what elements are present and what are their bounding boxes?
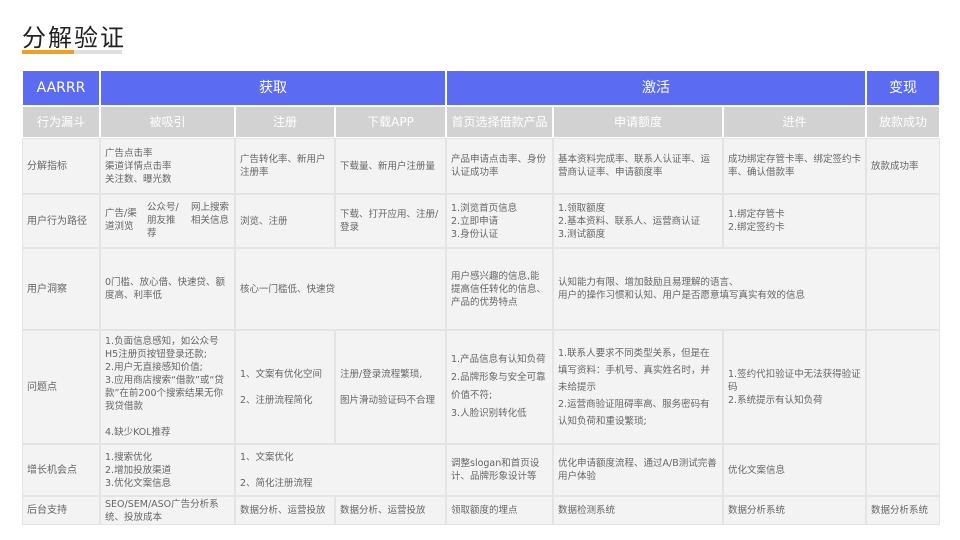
cell-insight-apply-card: 认知能力有限、增加鼓励且易理解的语言、 用户的操作习惯和认知、用户是否愿意填写真… [553, 248, 866, 330]
title-underline-accent [22, 50, 74, 54]
cell-metrics-download: 下载量、新用户注册量 [335, 138, 446, 194]
cell-insight-attract: 0门槛、放心借、快速贷、额度高、利率低 [100, 248, 235, 330]
cell-growth-card: 优化文案信息 [723, 444, 866, 496]
subheader-apply: 申请额度 [553, 106, 723, 138]
subheader-card: 进件 [723, 106, 866, 138]
subheader-register: 注册 [235, 106, 335, 138]
cell-support-download: 数据分析、运营投放 [335, 496, 446, 525]
subheader-home: 首页选择借款产品 [446, 106, 553, 138]
path-attract-ads: 广告/渠道浏览 [105, 208, 137, 232]
row-label-growth: 增长机会点 [22, 444, 100, 496]
row-label-insight: 用户洞察 [22, 248, 100, 330]
cell-growth-attract: 1.搜索优化 2.增加投放渠道 3.优化文案信息 [100, 444, 235, 496]
header-aarrr: AARRR [22, 70, 100, 106]
cell-support-register: 数据分析、运营投放 [235, 496, 335, 525]
path-attract-search: 网上搜索相关信息 [191, 202, 230, 226]
cell-metrics-attract: 广告点击率 渠道详情点击率 关注数、曝光数 [100, 138, 235, 194]
subheader-loan: 放款成功 [866, 106, 940, 138]
cell-insight-home: 用户感兴趣的信息,能提高信任转化的信息、产品的优势特点 [446, 248, 553, 330]
header-acquisition: 获取 [100, 70, 446, 106]
cell-path-apply: 1.领取额度 2.基本资料、联系人、运营商认证 3.测试额度 [553, 194, 723, 248]
cell-problems-attract: 1.负面信息感知，如公众号H5注册页按钮登录还款; 2.用户无直接感知价值; 3… [100, 330, 235, 444]
cell-metrics-register: 广告转化率、新用户注册率 [235, 138, 335, 194]
cell-path-register: 浏览、注册 [235, 194, 335, 248]
cell-support-apply: 数据检测系统 [553, 496, 723, 525]
cell-insight-register-download: 核心一门槛低、快速贷 [235, 248, 446, 330]
row-label-metrics: 分解指标 [22, 138, 100, 194]
cell-problems-loan [866, 330, 940, 444]
page-title: 分解验证 [22, 24, 126, 52]
header-revenue: 变现 [866, 70, 940, 106]
cell-growth-loan [866, 444, 940, 496]
cell-metrics-loan: 放款成功率 [866, 138, 940, 194]
subheader-download: 下载APP [335, 106, 446, 138]
cell-support-attract: SEO/SEM/ASO广告分析系统、投放成本 [100, 496, 235, 525]
cell-growth-home: 调整slogan和首页设计、品牌形象设计等 [446, 444, 553, 496]
cell-path-download: 下载、打开应用、注册/登录 [335, 194, 446, 248]
cell-support-home: 领取额度的埋点 [446, 496, 553, 525]
cell-metrics-apply: 基本资料完成率、联系人认证率、运营商认证率、申请额度率 [553, 138, 723, 194]
cell-support-loan: 数据分析系统 [866, 496, 940, 525]
cell-path-card: 1.绑定存管卡 2.绑定签约卡 [723, 194, 866, 248]
cell-path-attract: 广告/渠道浏览 公众号/朋友推荐 网上搜索相关信息 [100, 194, 235, 248]
subheader-attract: 被吸引 [100, 106, 235, 138]
cell-problems-home: 1.产品信息有认知负荷 2.品牌形象与安全可靠价值不符; 3.人脸识别转化低 [446, 330, 553, 444]
row-label-problems: 问题点 [22, 330, 100, 444]
row-label-path: 用户行为路径 [22, 194, 100, 248]
row-label-support: 后台支持 [22, 496, 100, 525]
cell-metrics-home: 产品申请点击率、身份认证成功率 [446, 138, 553, 194]
cell-growth-apply: 优化申请额度流程、通过A/B测试完善用户体验 [553, 444, 723, 496]
cell-problems-apply: 1.联系人要求不同类型关系，但是在填写资料：手机号、真实姓名时，并未给提示 2.… [553, 330, 723, 444]
cell-metrics-card: 成功绑定存管卡率、绑定签约卡率、确认借款率 [723, 138, 866, 194]
cell-support-card: 数据分析系统 [723, 496, 866, 525]
header-activation: 激活 [446, 70, 866, 106]
cell-path-loan [866, 194, 940, 248]
title-underline [22, 50, 122, 54]
cell-growth-register-download: 1、文案优化 2、简化注册流程 [235, 444, 446, 496]
cell-insight-loan [866, 248, 940, 330]
path-attract-wechat: 公众号/朋友推荐 [147, 202, 179, 239]
cell-problems-card: 1.签约代扣验证中无法获得验证码 2.系统提示有认知负荷 [723, 330, 866, 444]
subheader-funnel: 行为漏斗 [22, 106, 100, 138]
cell-path-home: 1.浏览首页信息 2.立即申请 3.身份认证 [446, 194, 553, 248]
aarrr-table: AARRR 获取 激活 变现 行为漏斗 被吸引 注册 下载APP 首页选择借款产… [22, 70, 940, 525]
cell-problems-download: 注册/登录流程繁琐, 图片滑动验证码不合理 [335, 330, 446, 444]
cell-problems-register: 1、文案有优化空间 2、注册流程简化 [235, 330, 335, 444]
